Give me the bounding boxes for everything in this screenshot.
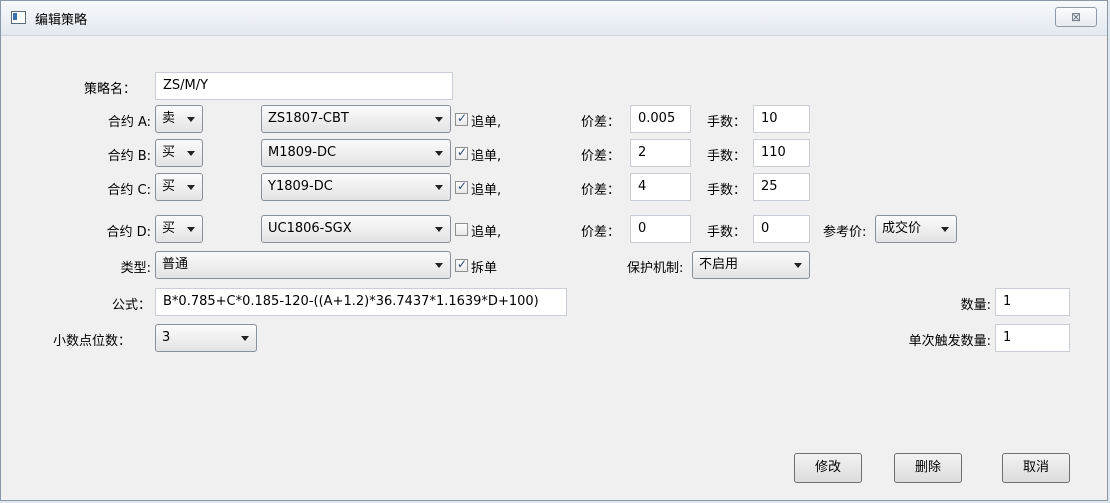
trigger-quantity-input[interactable]: 1: [995, 324, 1070, 352]
contract-b-direction-select[interactable]: 买: [155, 139, 203, 167]
decimals-select[interactable]: 3: [155, 324, 257, 352]
contract-d-instrument-select[interactable]: UC1806-SGX: [261, 215, 451, 243]
window-icon: [11, 11, 26, 24]
chevron-down-icon: [241, 336, 249, 341]
contract-c-direction-select[interactable]: 买: [155, 173, 203, 201]
contract-b-label: 合约 B:: [107, 149, 151, 164]
contract-a-qty-label: 手数：: [707, 115, 747, 130]
strategy-name-label: 策略名：: [84, 82, 137, 97]
split-order-checkbox[interactable]: [455, 257, 468, 272]
contract-a-direction: 卖: [162, 111, 176, 126]
contract-c-qty-input[interactable]: 25: [753, 173, 810, 201]
strategy-name-input[interactable]: ZS/M/Y: [155, 72, 453, 100]
chevron-down-icon: [941, 227, 949, 232]
contract-c-label: 合约 C:: [107, 183, 151, 198]
contract-d-spread-label: 价差：: [581, 225, 621, 240]
contract-d-chase-checkbox[interactable]: [455, 223, 468, 236]
contract-a-instrument: ZS1807-CBT: [268, 111, 349, 126]
contract-b-chase-label: 追单,: [471, 149, 502, 164]
protection-value: 不启用: [699, 257, 739, 272]
contract-c-spread-input[interactable]: 4: [630, 173, 691, 201]
contract-d-qty-input[interactable]: 0: [753, 215, 810, 243]
contract-a-spread-input[interactable]: 0.005: [630, 105, 691, 133]
contract-b-instrument-select[interactable]: M1809-DC: [261, 139, 451, 167]
window-title: 编辑策略: [35, 13, 88, 28]
contract-c-chase-checkbox[interactable]: [455, 179, 468, 194]
title-bar[interactable]: 编辑策略 ⊠: [1, 1, 1107, 36]
contract-c-chase-label: 追单,: [471, 183, 502, 198]
chevron-down-icon: [187, 227, 195, 232]
decimals-label: 小数点位数：: [53, 334, 132, 349]
contract-c-qty-label: 手数：: [707, 183, 747, 198]
contract-b-qty-input[interactable]: 110: [753, 139, 810, 167]
protection-select[interactable]: 不启用: [692, 251, 810, 279]
chevron-down-icon: [435, 117, 443, 122]
modify-button[interactable]: 修改: [794, 453, 862, 483]
chevron-down-icon: [435, 263, 443, 268]
ref-price-label: 参考价:: [823, 225, 867, 240]
contract-d-spread-input[interactable]: 0: [630, 215, 691, 243]
chevron-down-icon: [794, 263, 802, 268]
contract-d-qty-label: 手数：: [707, 225, 747, 240]
quantity-input[interactable]: 1: [995, 288, 1070, 316]
contract-d-direction: 买: [162, 221, 176, 236]
close-button[interactable]: ⊠: [1055, 7, 1097, 27]
quantity-label: 数量:: [960, 298, 991, 313]
chevron-down-icon: [435, 227, 443, 232]
formula-input[interactable]: B*0.785+C*0.185-120-((A+1.2)*36.7437*1.1…: [155, 288, 567, 316]
contract-c-instrument-select[interactable]: Y1809-DC: [261, 173, 451, 201]
contract-b-spread-input[interactable]: 2: [630, 139, 691, 167]
contract-b-direction: 买: [162, 145, 176, 160]
decimals-value: 3: [162, 330, 171, 345]
contract-c-instrument: Y1809-DC: [268, 179, 333, 194]
contract-a-instrument-select[interactable]: ZS1807-CBT: [261, 105, 451, 133]
chevron-down-icon: [435, 151, 443, 156]
formula-label: 公式：: [111, 298, 151, 313]
trigger-quantity-label: 单次触发数量:: [908, 334, 991, 349]
contract-b-instrument: M1809-DC: [268, 145, 337, 160]
contract-a-direction-select[interactable]: 卖: [155, 105, 203, 133]
contract-c-spread-label: 价差：: [581, 183, 621, 198]
chevron-down-icon: [187, 151, 195, 156]
type-value: 普通: [162, 257, 189, 272]
chevron-down-icon: [187, 117, 195, 122]
contract-d-direction-select[interactable]: 买: [155, 215, 203, 243]
contract-b-spread-label: 价差：: [581, 149, 621, 164]
contract-a-spread-label: 价差：: [581, 115, 621, 130]
chevron-down-icon: [187, 185, 195, 190]
contract-d-chase-label: 追单,: [471, 225, 502, 240]
contract-b-chase-checkbox[interactable]: [455, 145, 468, 160]
cancel-button[interactable]: 取消: [1002, 453, 1070, 483]
dialog-body: 策略名： ZS/M/Y 合约 A: 卖 ZS1807-CBT 追单, 价差： 0…: [9, 41, 1101, 493]
contract-b-qty-label: 手数：: [707, 149, 747, 164]
type-label: 类型:: [120, 261, 151, 276]
contract-c-direction: 买: [162, 179, 176, 194]
ref-price-value: 成交价: [882, 221, 922, 236]
delete-button[interactable]: 删除: [894, 453, 962, 483]
contract-d-label: 合约 D:: [106, 225, 151, 240]
contract-a-label: 合约 A:: [107, 115, 151, 130]
split-order-label: 拆单: [471, 261, 498, 276]
ref-price-select[interactable]: 成交价: [875, 215, 957, 243]
contract-d-instrument: UC1806-SGX: [268, 221, 352, 236]
contract-a-chase-checkbox[interactable]: [455, 111, 468, 126]
chevron-down-icon: [435, 185, 443, 190]
protection-label: 保护机制:: [627, 261, 684, 276]
edit-strategy-dialog: 编辑策略 ⊠ 策略名： ZS/M/Y 合约 A: 卖 ZS1807-CBT 追单…: [0, 0, 1108, 501]
type-select[interactable]: 普通: [155, 251, 451, 279]
contract-a-chase-label: 追单,: [471, 115, 502, 130]
contract-a-qty-input[interactable]: 10: [753, 105, 810, 133]
